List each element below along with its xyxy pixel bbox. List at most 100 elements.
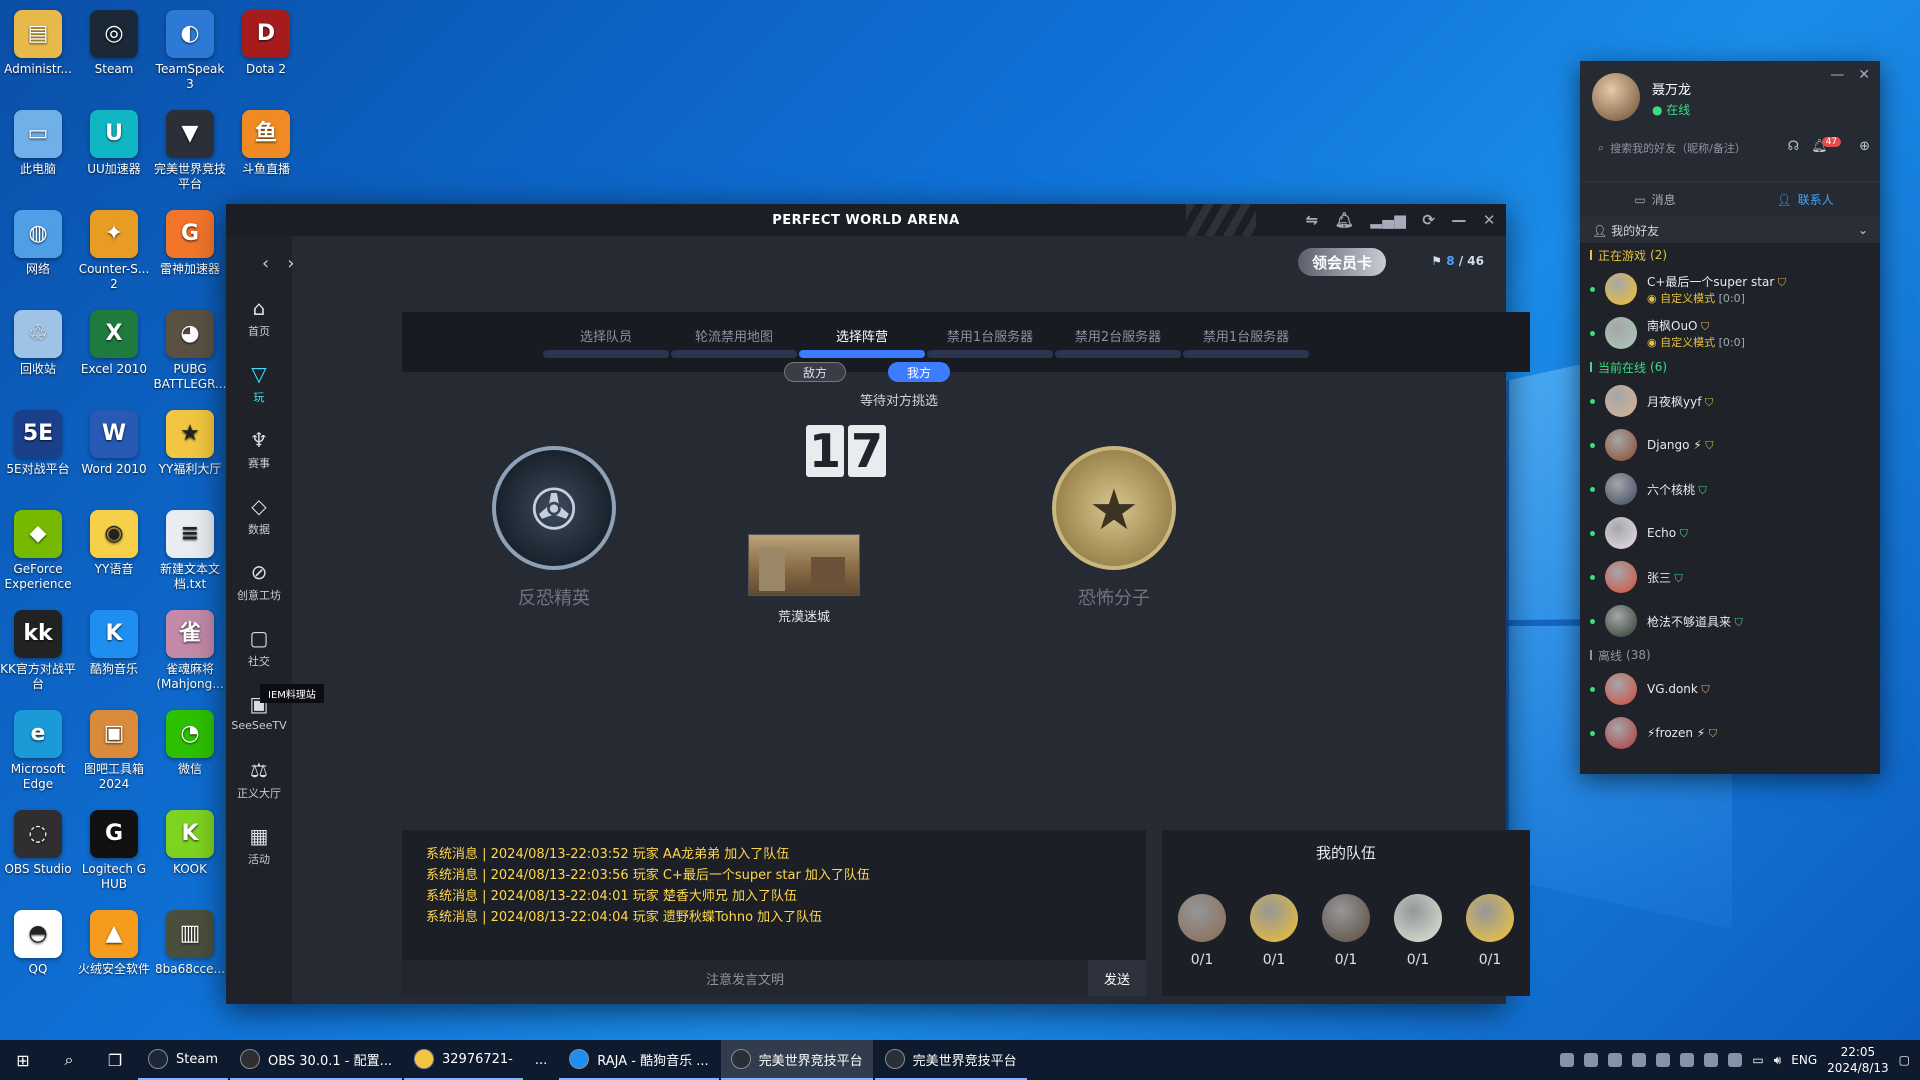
start-button[interactable]: ⊞ (0, 1040, 46, 1080)
desktop-icon[interactable]: ◕ PUBG BATTLEGR... (152, 304, 228, 392)
desktop-icon[interactable]: ▼ 完美世界竞技平台 (152, 104, 228, 192)
sidebar-item[interactable]: ▢ 社交 (226, 626, 292, 669)
desktop-icon[interactable]: K KOOK (152, 804, 228, 877)
team-slot[interactable]: 0/1 (1462, 894, 1518, 968)
friend-row[interactable]: ⚡frozen ⚡ ⛉ (1580, 711, 1880, 755)
friend-group-header[interactable]: 👤︎ 我的好友 ⌄ (1580, 217, 1880, 243)
desktop-icon[interactable]: ◌ OBS Studio (0, 804, 76, 877)
tray-icon[interactable] (1704, 1053, 1719, 1067)
t-emblem-button[interactable]: ★ (1052, 446, 1176, 570)
friend-section-header[interactable]: 当前在线 (6) (1580, 355, 1880, 379)
desktop-icon[interactable]: ▤ Administr... (0, 4, 76, 77)
sidebar-item[interactable]: ⚖ 正义大厅 (226, 758, 292, 801)
desktop-icon[interactable]: D Dota 2 (228, 4, 304, 77)
desktop-icon[interactable]: ◔ 微信 (152, 704, 228, 777)
sidebar-item[interactable]: ◇ 数据 (226, 494, 292, 537)
sidebar-item[interactable]: ⊘ 创意工坊 (226, 560, 292, 603)
friend-row[interactable]: 六个核桃 ⛉ (1580, 467, 1880, 511)
ct-emblem-button[interactable]: ✇ (492, 446, 616, 570)
desktop-icon[interactable]: G 雷神加速器 (152, 204, 228, 277)
desktop-icon[interactable]: ≡ 新建文本文档.txt (152, 504, 228, 592)
vip-card-button[interactable]: 领会员卡 (1297, 248, 1386, 276)
desktop-icon[interactable]: 5E 5E对战平台 (0, 404, 76, 477)
sidebar-item[interactable]: ▦ 活动 (226, 824, 292, 867)
friend-row[interactable]: Django ⚡ ⛉ (1580, 423, 1880, 467)
desktop-icon[interactable]: X Excel 2010 (76, 304, 152, 377)
desktop-icon[interactable]: ◉ YY语音 (76, 504, 152, 577)
taskbar-app[interactable]: OBS 30.0.1 - 配置... (229, 1040, 402, 1080)
signal-icon[interactable]: ▂▄▆ (1370, 211, 1406, 229)
close-button[interactable]: ✕ (1858, 67, 1870, 83)
task-view-button[interactable]: ❐ (92, 1040, 138, 1080)
desktop-icon[interactable]: ◐ TeamSpeak 3 (152, 4, 228, 92)
tray-icon[interactable] (1632, 1053, 1647, 1067)
desktop-icon[interactable]: 雀雀魂麻将(Mahjong... (152, 604, 228, 692)
tab-messages[interactable]: ▭ 消息 (1580, 182, 1730, 217)
online-count[interactable]: ⚑ 8 / 46 (1431, 254, 1484, 268)
desktop-icon[interactable]: K 酷狗音乐 (76, 604, 152, 677)
tray-icon[interactable] (1584, 1053, 1599, 1067)
headset-icon[interactable]: ☊ (1788, 139, 1800, 154)
chat-input[interactable]: 注意发言文明 (402, 969, 1088, 988)
team-slot[interactable]: 0/1 (1246, 894, 1302, 968)
friend-row[interactable]: C+最后一个super star ⛉ ◉ 自定义模式 [0:0] (1580, 267, 1880, 311)
desktop-icon[interactable]: W Word 2010 (76, 404, 152, 477)
desktop-icon[interactable]: ✦ Counter-S... 2 (76, 204, 152, 292)
tray-icon[interactable] (1728, 1053, 1743, 1067)
desktop-icon[interactable]: ♲ 回收站 (0, 304, 76, 377)
desktop-icon[interactable]: U UU加速器 (76, 104, 152, 177)
notification-center-icon[interactable]: ▢ (1899, 1053, 1910, 1067)
avatar[interactable] (1592, 73, 1640, 121)
desktop-icon[interactable]: ▥ 8ba68cce... (152, 904, 228, 977)
back-arrow-icon[interactable]: ‹ (262, 253, 269, 274)
sidebar-item[interactable]: ▽ 玩 (226, 362, 292, 405)
tray-icon[interactable] (1608, 1053, 1623, 1067)
network-icon[interactable]: ▭ (1752, 1053, 1763, 1067)
desktop-icon[interactable]: ★ YY福利大厅 (152, 404, 228, 477)
tray-icon[interactable] (1560, 1053, 1575, 1067)
tray-icon[interactable] (1680, 1053, 1695, 1067)
tab-contacts[interactable]: 👤︎ 联系人 (1730, 182, 1880, 217)
taskbar-app[interactable]: 32976721- (404, 1040, 523, 1080)
sidebar-item[interactable]: ⌂ 首页 (226, 296, 292, 339)
forward-arrow-icon[interactable]: › (287, 253, 294, 274)
bell-icon[interactable]: 🔔︎ (1335, 211, 1355, 229)
notification-icon[interactable]: 🔔︎47 (1811, 137, 1847, 154)
desktop-icon[interactable]: G Logitech G HUB (76, 804, 152, 892)
desktop-icon[interactable]: ◆ GeForce Experience (0, 504, 76, 592)
friend-row[interactable]: 张三 ⛉ (1580, 555, 1880, 599)
desktop-icon[interactable]: ◓ QQ (0, 904, 76, 977)
desktop-icon[interactable]: kk KK官方对战平台 (0, 604, 76, 692)
send-button[interactable]: 发送 (1088, 960, 1146, 996)
friend-section-header[interactable]: 离线 (38) (1580, 643, 1880, 667)
user-status[interactable]: ● 在线 (1652, 101, 1690, 118)
desktop-icon[interactable]: ◎ Steam (76, 4, 152, 77)
search-button[interactable]: ⌕ (46, 1040, 92, 1080)
clock[interactable]: 22:05 2024/8/13 (1827, 1044, 1889, 1076)
swap-icon[interactable]: ⇋ (1306, 211, 1319, 229)
volume-icon[interactable]: 🔊︎ (1774, 1053, 1782, 1068)
team-slot[interactable]: 0/1 (1318, 894, 1374, 968)
taskbar-app[interactable]: RAJA - 酷狗音乐 ... (559, 1040, 719, 1080)
friend-row[interactable]: 南枫OuO ⛉ ◉ 自定义模式 [0:0] (1580, 311, 1880, 355)
tab-enemy[interactable]: 敌方 (784, 362, 846, 382)
close-button[interactable]: ✕ (1483, 211, 1496, 229)
minimize-button[interactable]: — (1451, 211, 1467, 229)
tab-ours[interactable]: 我方 (888, 362, 950, 382)
taskbar-app[interactable]: Steam (138, 1040, 228, 1080)
tray-icon[interactable] (1656, 1053, 1671, 1067)
minimize-button[interactable]: — (1830, 67, 1844, 83)
desktop-icon[interactable]: 鱼斗鱼直播 (228, 104, 304, 177)
desktop-icon[interactable]: e Microsoft Edge (0, 704, 76, 792)
desktop-icon[interactable]: ▲ 火绒安全软件 (76, 904, 152, 977)
desktop-icon[interactable]: ▭ 此电脑 (0, 104, 76, 177)
sidebar-item[interactable]: ♆ 赛事 (226, 428, 292, 471)
taskbar-app[interactable]: 完美世界竞技平台 (720, 1040, 873, 1080)
friend-row[interactable]: Echo ⛉ (1580, 511, 1880, 555)
desktop-icon[interactable]: ◍ 网络 (0, 204, 76, 277)
taskbar-app[interactable]: ... (525, 1040, 557, 1080)
friend-row[interactable]: 枪法不够道具来 ⛉ (1580, 599, 1880, 643)
desktop-icon[interactable]: ▣ 图吧工具箱2024 (76, 704, 152, 792)
friend-row[interactable]: VG.donk ⛉ (1580, 667, 1880, 711)
friend-search[interactable]: ⌕ 搜索我的好友（昵称/备注） (1590, 135, 1790, 161)
